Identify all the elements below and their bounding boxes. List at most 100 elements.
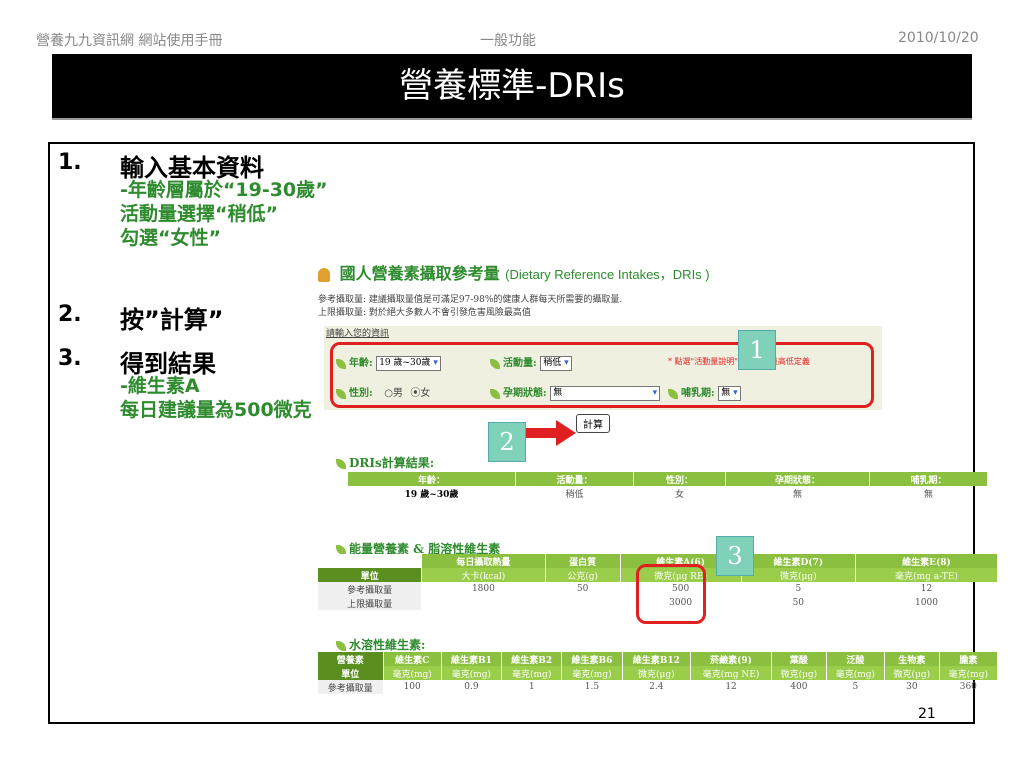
- table-header-cell: 生物素: [884, 652, 940, 666]
- table-cell: 無: [869, 486, 989, 500]
- highlight-form: [330, 342, 874, 408]
- table-header-cell: 泛酸: [826, 652, 885, 666]
- table-cell: 毫克(mg): [383, 666, 442, 680]
- table-cell: 1800: [421, 582, 546, 596]
- callout-badge-3: 3: [716, 536, 754, 576]
- table-cell: 微克(μg): [741, 568, 856, 582]
- table-cell: 2.4: [622, 680, 692, 694]
- leaf-icon: [336, 544, 346, 555]
- result-title: DRIs計算結果:: [336, 454, 434, 471]
- note-upper-limit: 上限攝取量: 對於絕大多數人不會引發危害風險最高值: [318, 308, 531, 318]
- header-center: 一般功能: [480, 33, 536, 49]
- table-cell: 12: [690, 680, 773, 694]
- table-cell: 稍低: [515, 486, 634, 500]
- table-header-row: 營養素 維生素C 維生素B1 維生素B2 維生素B6 維生素B12 菸鹼素(9)…: [318, 652, 999, 666]
- step-1-number: 1.: [58, 150, 82, 175]
- table-cell: 1: [501, 680, 563, 694]
- table-cell: 360: [939, 680, 999, 694]
- table-header-cell: [318, 554, 423, 568]
- table-cell: 公克(g): [545, 568, 621, 582]
- table-cell: 毫克(mg): [939, 666, 999, 680]
- step-3-detail-2: 每日建議量為500微克: [120, 399, 312, 421]
- note-recommended: 參考攝取量: 建議攝取量值是可滿足97-98%的健康人群每天所需要的攝取量.: [318, 295, 623, 305]
- table-cell: 1000: [855, 596, 999, 610]
- table-cell: 50: [545, 582, 621, 596]
- step-3-number: 3.: [58, 346, 82, 371]
- table-cell: 微克(μg): [884, 666, 940, 680]
- table-header-cell: 葉酸: [771, 652, 827, 666]
- table-cell: 毫克(mg): [826, 666, 885, 680]
- table-header-cell: 性別：: [633, 472, 727, 486]
- table-cell: 100: [383, 680, 442, 694]
- table-cell: 無: [725, 486, 870, 500]
- step-2-number: 2.: [58, 302, 82, 327]
- table-header-cell: 哺乳期：: [869, 472, 989, 486]
- table-cell: 大卡(kcal): [421, 568, 546, 582]
- table-cell: 毫克(mg): [561, 666, 623, 680]
- table-cell: 微克(μg): [622, 666, 692, 680]
- highlight-vitamin-a: [636, 564, 706, 624]
- table-cell: 單位: [318, 568, 423, 582]
- table-cell: 參考攝取量: [318, 582, 423, 596]
- result-table: 年齡： 活動量： 性別： 孕期狀態： 哺乳期： 19 歲~30歲 稍低 女 無 …: [348, 472, 989, 500]
- table-cell: [421, 596, 546, 610]
- step-1-detail-1: -年齡層屬於“19-30歲”: [120, 179, 328, 201]
- table-cell: 19 歲~30歲: [348, 486, 517, 500]
- table-cell: 400: [771, 680, 827, 694]
- table-header-cell: 菸鹼素(9): [690, 652, 773, 666]
- table-cell: 上限攝取量: [318, 596, 423, 610]
- water-title: 水溶性維生素:: [336, 636, 425, 653]
- table-header-cell: 蛋白質: [545, 554, 621, 568]
- table-header-cell: 維生素B1: [441, 652, 503, 666]
- table-row: 19 歲~30歲 稍低 女 無 無: [348, 486, 989, 500]
- table-header-cell: 年齡：: [348, 472, 517, 486]
- table-header-cell: 維生素E(8): [855, 554, 999, 568]
- table-cell: 微克(μg): [771, 666, 827, 680]
- table-cell: 5: [741, 582, 856, 596]
- table-cell: 30: [884, 680, 940, 694]
- table-header-cell: 維生素B2: [501, 652, 563, 666]
- form-header: 請輸入您的資訊: [326, 329, 390, 339]
- table-header-cell: 孕期狀態：: [725, 472, 870, 486]
- result-title-text: DRIs計算結果:: [349, 456, 435, 470]
- table-cell: 女: [633, 486, 727, 500]
- table-header-row: 年齡： 活動量： 性別： 孕期狀態： 哺乳期：: [348, 472, 989, 486]
- callout-badge-1: 1: [738, 330, 776, 370]
- step-1-detail-2: 活動量選擇“稍低”: [120, 203, 278, 225]
- table-header-cell: 維生素C: [383, 652, 442, 666]
- arrow-right-icon: [526, 420, 576, 450]
- app-title: 國人營養素攝取參考量: [339, 264, 500, 283]
- app-title-en: (Dietary Reference Intakes，DRIs ): [505, 267, 710, 282]
- table-cell: 5: [826, 680, 885, 694]
- table-cell: [545, 596, 621, 610]
- table-header-cell: 營養素: [318, 652, 384, 666]
- table-header-cell: 活動量：: [515, 472, 634, 486]
- callout-badge-2: 2: [488, 422, 526, 462]
- table-cell: 0.9: [441, 680, 503, 694]
- step-3-detail-1: -維生素A: [120, 375, 200, 397]
- slide-title: 營養標準-DRIs: [52, 54, 972, 120]
- table-cell: 毫克(mg): [501, 666, 563, 680]
- table-cell: 12: [855, 582, 999, 596]
- water-table: 營養素 維生素C 維生素B1 維生素B2 維生素B6 維生素B12 菸鹼素(9)…: [318, 652, 999, 694]
- page-number: 21: [918, 706, 936, 722]
- person-icon: [318, 267, 330, 282]
- table-cell: 毫克(mg): [441, 666, 503, 680]
- table-header-cell: 每日攝取熱量: [421, 554, 546, 568]
- table-cell: 50: [741, 596, 856, 610]
- water-title-text: 水溶性維生素:: [349, 638, 426, 652]
- header-left: 營養九九資訊網 網站使用手冊: [36, 33, 223, 49]
- step-1-detail-3: 勾選“女性”: [120, 227, 221, 249]
- calculate-button[interactable]: 計算: [576, 414, 610, 433]
- header-date: 2010/10/20: [898, 30, 979, 46]
- table-row: 參考攝取量 100 0.9 1 1.5 2.4 12 400 5 30 360: [318, 680, 999, 694]
- leaf-icon: [336, 640, 346, 651]
- table-cell: 單位: [318, 666, 384, 680]
- leaf-icon: [336, 458, 346, 469]
- table-cell: 毫克(mg a-TE): [855, 568, 999, 582]
- table-cell: 參考攝取量: [318, 680, 384, 694]
- table-cell: 1.5: [561, 680, 623, 694]
- table-header-cell: 維生素B6: [561, 652, 623, 666]
- table-header-cell: 維生素B12: [622, 652, 692, 666]
- table-unit-row: 單位 毫克(mg) 毫克(mg) 毫克(mg) 毫克(mg) 微克(μg) 毫克…: [318, 666, 999, 680]
